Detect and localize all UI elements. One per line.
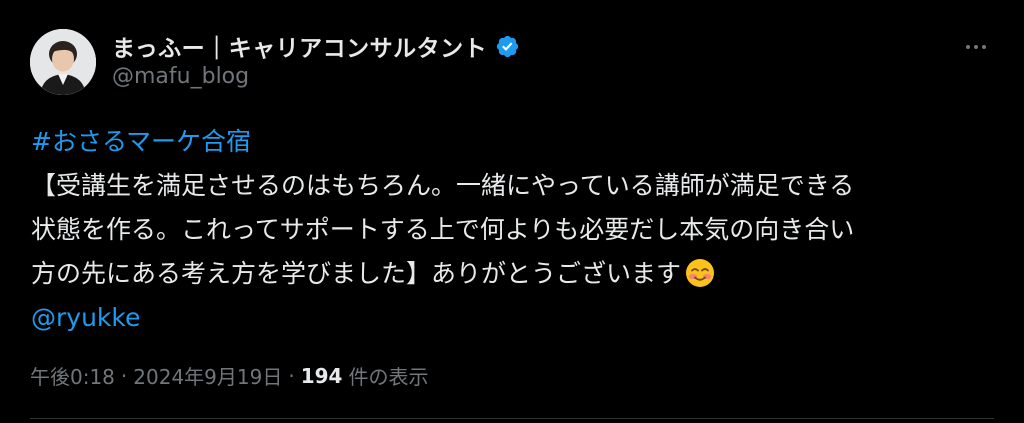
meta-separator: · [120, 363, 128, 388]
verified-badge-icon [495, 34, 520, 59]
more-dot [974, 45, 978, 49]
tweet-meta: 午後0:18 · 2024年9月19日 · 194 件の表示 [30, 361, 428, 390]
tweet-line-hashtag: #おさるマーケ合宿 [31, 120, 1001, 164]
more-dot [966, 45, 970, 49]
author-name-row: まっふー｜キャリアコンサルタント [112, 29, 520, 63]
tweet-card: まっふー｜キャリアコンサルタント @mafu_blog #おさるマーケ合宿 【受… [0, 0, 1024, 423]
smiling-face-with-blush-icon [685, 258, 715, 288]
tweet-line: 【受講生を満足させるのはもちろん。一緒にやっている講師が満足できる [31, 164, 1001, 208]
avatar[interactable] [30, 29, 96, 95]
views-count[interactable]: 194 [301, 364, 343, 388]
more-horizontal-icon[interactable] [958, 38, 994, 56]
hashtag-link[interactable]: #おさるマーケ合宿 [31, 127, 251, 156]
meta-separator: · [288, 363, 295, 388]
author-handle[interactable]: @mafu_blog [112, 64, 249, 89]
avatar-image [30, 29, 96, 95]
mention-link[interactable]: @ryukke [31, 303, 140, 332]
more-dot [982, 45, 986, 49]
tweet-date[interactable]: 2024年9月19日 [133, 361, 282, 390]
tweet-line-text: 方の先にある考え方を学びました】ありがとうございます [31, 259, 682, 288]
tweet-line: 方の先にある考え方を学びました】ありがとうございます [31, 252, 1001, 296]
divider [30, 418, 994, 419]
tweet-text: #おさるマーケ合宿 【受講生を満足させるのはもちろん。一緒にやっている講師が満足… [31, 120, 1001, 340]
tweet-time[interactable]: 午後0:18 [30, 361, 115, 390]
author-display-name[interactable]: まっふー｜キャリアコンサルタント [112, 29, 487, 63]
tweet-line-text: 【受講生を満足させるのはもちろん。一緒にやっている講師が満足できる [31, 171, 855, 200]
tweet-line: 状態を作る。これってサポートする上で何よりも必要だし本気の向き合い [31, 208, 1001, 252]
tweet-line-text: 状態を作る。これってサポートする上で何よりも必要だし本気の向き合い [31, 215, 855, 244]
tweet-line-mention: @ryukke [31, 296, 1001, 340]
views-label: 件の表示 [348, 365, 429, 389]
